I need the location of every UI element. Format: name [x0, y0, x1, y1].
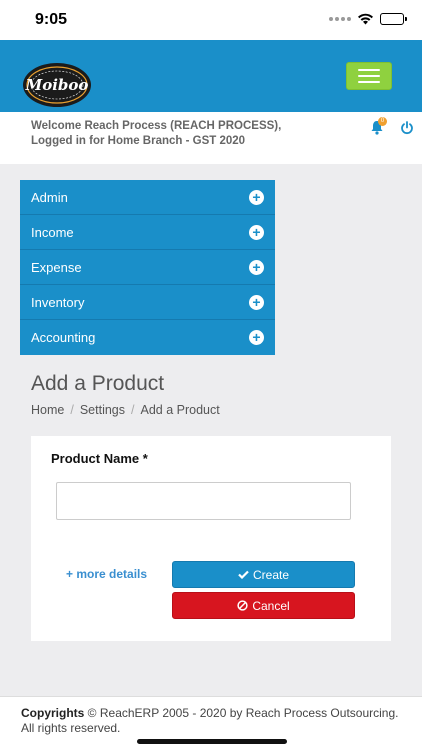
copyright-label: Copyrights: [21, 706, 85, 720]
plus-circle-icon: +: [249, 295, 264, 310]
welcome-line-1: Welcome Reach Process (REACH PROCESS),: [31, 120, 282, 132]
sidebar-item-income[interactable]: Income +: [20, 215, 275, 250]
product-name-input[interactable]: [56, 482, 351, 520]
create-button[interactable]: Create: [172, 561, 355, 588]
logo-text: Moiboo: [25, 76, 89, 94]
app-header: Moiboo: [0, 40, 422, 112]
signal-icon: [329, 17, 351, 21]
plus-circle-icon: +: [249, 330, 264, 345]
more-details-link[interactable]: + more details: [66, 567, 147, 581]
moiboo-logo[interactable]: Moiboo: [21, 62, 93, 108]
check-icon: [238, 570, 249, 579]
notification-badge: 0: [378, 117, 387, 126]
breadcrumb-separator: /: [131, 403, 135, 417]
sidebar-item-expense[interactable]: Expense +: [20, 250, 275, 285]
hamburger-icon: [358, 69, 380, 71]
ban-icon: [237, 600, 248, 611]
plus-circle-icon: +: [249, 225, 264, 240]
breadcrumb-settings[interactable]: Settings: [80, 403, 125, 417]
power-icon[interactable]: [400, 121, 414, 135]
breadcrumb-current: Add a Product: [140, 403, 220, 417]
breadcrumb-home[interactable]: Home: [31, 403, 64, 417]
sidebar-menu: Admin + Income + Expense + Inventory + A…: [20, 180, 275, 355]
welcome-bar: Welcome Reach Process (REACH PROCESS), L…: [0, 112, 422, 164]
plus-circle-icon: +: [249, 190, 264, 205]
breadcrumb: Home / Settings / Add a Product: [31, 403, 220, 417]
page-title: Add a Product: [31, 372, 165, 395]
product-name-label: Product Name *: [51, 451, 148, 466]
create-button-label: Create: [252, 567, 290, 582]
sidebar-item-label: Accounting: [31, 330, 96, 345]
home-indicator[interactable]: [137, 739, 287, 744]
sidebar-item-inventory[interactable]: Inventory +: [20, 285, 275, 320]
plus-circle-icon: +: [249, 260, 264, 275]
welcome-text: Welcome Reach Process (REACH PROCESS), L…: [31, 119, 331, 149]
battery-icon: [380, 13, 407, 25]
status-time: 9:05: [35, 11, 68, 28]
wifi-icon: [358, 13, 373, 25]
cancel-button[interactable]: Cancel: [172, 592, 355, 619]
status-bar: 9:05: [0, 0, 422, 40]
menu-toggle-button[interactable]: [346, 62, 392, 90]
sidebar-item-label: Expense: [31, 260, 82, 275]
system-indicators: [329, 13, 407, 25]
notification-button[interactable]: 0: [370, 117, 387, 136]
sidebar-item-accounting[interactable]: Accounting +: [20, 320, 275, 355]
breadcrumb-separator: /: [70, 403, 74, 417]
product-form-card: Product Name * + more details Create Can…: [31, 436, 391, 641]
sidebar-item-label: Admin: [31, 190, 68, 205]
sidebar-item-label: Inventory: [31, 295, 85, 310]
copyright-text: Copyrights © ReachERP 2005 - 2020 by Rea…: [21, 706, 401, 736]
sidebar-item-admin[interactable]: Admin +: [20, 180, 275, 215]
cancel-button-label: Cancel: [252, 598, 290, 613]
welcome-line-2: Logged in for Home Branch - GST 2020: [31, 135, 246, 147]
sidebar-item-label: Income: [31, 225, 74, 240]
